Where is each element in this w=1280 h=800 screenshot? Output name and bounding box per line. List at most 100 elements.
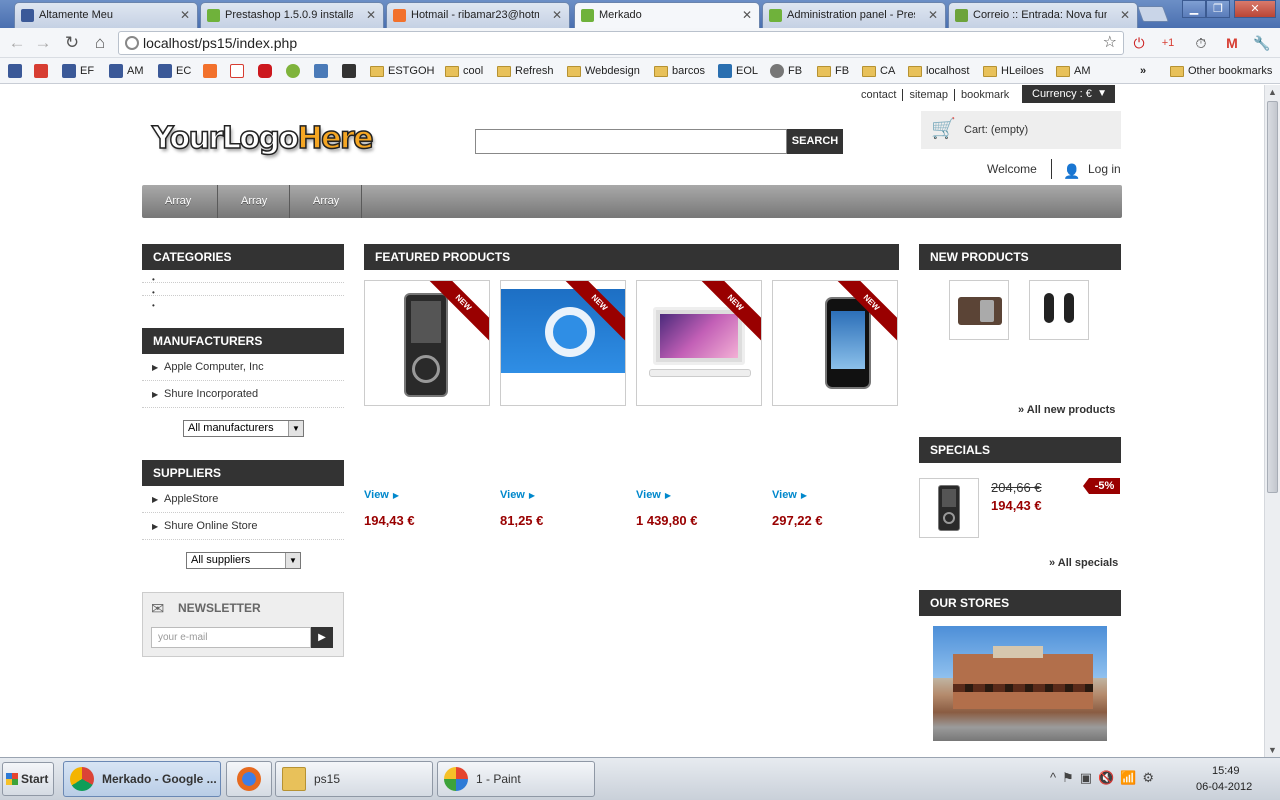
view-product-link[interactable]: View ▶ (636, 489, 671, 501)
login-link[interactable]: 👤 Log in (1051, 159, 1121, 179)
clock-date[interactable]: 06-04-2012 (1196, 781, 1252, 793)
new-tab-button[interactable] (1137, 6, 1169, 22)
newsletter-email-input[interactable]: your e-mail (151, 627, 311, 648)
bookmark-robot[interactable] (342, 62, 360, 80)
close-icon[interactable]: ✕ (1120, 8, 1130, 22)
close-icon[interactable]: ✕ (180, 8, 190, 22)
bookmark-fb-globe[interactable]: FB (770, 62, 802, 80)
bookmark-folder-hleiloes[interactable]: HLeiloes (983, 62, 1044, 80)
clock-time[interactable]: 15:49 (1212, 765, 1240, 777)
tab-prestashop-install[interactable]: Prestashop 1.5.0.9 installation ✕ (200, 2, 384, 28)
scrollbar-thumb[interactable] (1267, 101, 1278, 493)
currency-selector[interactable]: Currency : € ▼ (1022, 85, 1115, 103)
minimize-button[interactable]: ▁ (1182, 0, 1206, 18)
bookmark-folder-webdesign[interactable]: Webdesign (567, 62, 640, 80)
suppliers-select[interactable]: All suppliers ▼ (186, 552, 301, 569)
window-close-button[interactable]: ✕ (1234, 0, 1276, 18)
power-icon[interactable]: ⏻ (1129, 33, 1149, 53)
new-product-thumb[interactable] (949, 280, 1009, 340)
taskbar-item-firefox[interactable] (226, 761, 272, 797)
maximize-button[interactable]: ❐ (1206, 0, 1230, 18)
timer-icon[interactable]: ⏱ (1191, 33, 1211, 53)
bookmark-ef[interactable]: EF (62, 62, 94, 80)
home-icon[interactable]: ⌂ (89, 32, 111, 54)
bookmark-frog[interactable] (286, 62, 304, 80)
product-image[interactable]: NEW (500, 280, 626, 406)
close-icon[interactable]: ✕ (366, 8, 376, 22)
taskbar-item-paint[interactable]: 1 - Paint (437, 761, 595, 797)
menu-item[interactable]: Array (290, 185, 362, 218)
bookmark-folder-localhost[interactable]: localhost (908, 62, 969, 80)
tab-correio[interactable]: Correio :: Entrada: Nova func ✕ (948, 2, 1138, 28)
bookmark-link[interactable]: bookmark (955, 89, 1015, 101)
search-input[interactable] (475, 129, 787, 154)
close-icon[interactable]: ✕ (742, 8, 752, 22)
manufacturer-item[interactable]: ▶ Shure Incorporated (142, 381, 344, 408)
bookmark-google-plus[interactable] (34, 62, 52, 80)
tab-hotmail[interactable]: Hotmail - ribamar23@hotmail ✕ (386, 2, 570, 28)
address-bar[interactable]: localhost/ps15/index.php ☆ (118, 31, 1124, 55)
bookmark-folder-barcos[interactable]: barcos (654, 62, 705, 80)
bookmark-hotmail[interactable] (203, 62, 221, 80)
bookmark-facebook[interactable] (8, 62, 26, 80)
back-icon[interactable]: ← (6, 32, 28, 54)
system-tray-icons[interactable]: ^⚑▣🔇📶⚙ (1050, 770, 1160, 786)
google-plus-one-icon[interactable]: +1 (1158, 33, 1178, 53)
tab-administration-panel[interactable]: Administration panel - Presta ✕ (762, 2, 946, 28)
all-specials-link[interactable]: » All specials (1049, 557, 1118, 569)
bookmark-folder-fb[interactable]: FB (817, 62, 849, 80)
scroll-down-icon[interactable]: ▼ (1268, 745, 1278, 755)
supplier-item[interactable]: ▶ AppleStore (142, 486, 344, 513)
menu-item[interactable]: Array (142, 185, 218, 218)
taskbar-item-folder[interactable]: ps15 (275, 761, 433, 797)
product-image[interactable]: NEW (636, 280, 762, 406)
close-icon[interactable]: ✕ (928, 8, 938, 22)
cart-block[interactable]: 🛒 Cart: (empty) (921, 111, 1121, 149)
bookmark-youtube[interactable] (258, 62, 276, 80)
view-product-link[interactable]: View ▶ (364, 489, 399, 501)
vertical-scrollbar[interactable]: ▲ ▼ (1264, 85, 1280, 757)
bookmark-eol[interactable]: EOL (718, 62, 758, 80)
bookmark-am[interactable]: AM (109, 62, 144, 80)
all-new-products-link[interactable]: » All new products (1018, 404, 1115, 416)
star-icon[interactable]: ☆ (1103, 32, 1117, 54)
bookmark-folder-ca[interactable]: CA (862, 62, 895, 80)
taskbar-item-chrome[interactable]: Merkado - Google ... (63, 761, 221, 797)
product-image[interactable]: NEW (364, 280, 490, 406)
product-image[interactable]: NEW (772, 280, 898, 406)
category-bullet[interactable]: • (152, 301, 155, 310)
search-button[interactable]: SEARCH (787, 129, 843, 154)
wrench-icon[interactable]: 🔧 (1252, 33, 1272, 53)
menu-item[interactable]: Array (218, 185, 290, 218)
scroll-up-icon[interactable]: ▲ (1268, 87, 1278, 97)
supplier-name: AppleStore (164, 493, 219, 505)
bookmark-folder-am[interactable]: AM (1056, 62, 1091, 80)
tab-altamente-meu[interactable]: Altamente Meu ✕ (14, 2, 198, 28)
bookmark-ec[interactable]: EC (158, 62, 191, 80)
special-product-thumb[interactable] (919, 478, 979, 538)
store-logo[interactable]: YourLogoHere (151, 120, 374, 157)
bookmark-folder-cool[interactable]: cool (445, 62, 483, 80)
view-product-link[interactable]: View ▶ (772, 489, 807, 501)
gmail-icon[interactable]: M (1222, 33, 1242, 53)
manufacturer-item[interactable]: ▶ Apple Computer, Inc (142, 354, 344, 381)
new-product-thumb[interactable] (1029, 280, 1089, 340)
contact-link[interactable]: contact (855, 89, 904, 101)
bookmark-folder-estgoh[interactable]: ESTGOH (370, 62, 434, 80)
bookmark-folder-refresh[interactable]: Refresh (497, 62, 554, 80)
bookmark-gmail[interactable] (230, 62, 248, 80)
store-photo[interactable] (933, 626, 1107, 741)
view-product-link[interactable]: View ▶ (500, 489, 535, 501)
more-bookmarks-chevron-icon[interactable]: » (1140, 62, 1146, 80)
forward-icon[interactable]: → (32, 32, 54, 54)
reload-icon[interactable]: ↻ (61, 32, 83, 54)
close-icon[interactable]: ✕ (552, 8, 562, 22)
start-button[interactable]: Start (2, 762, 54, 796)
newsletter-submit-button[interactable]: ▶ (311, 627, 333, 648)
sitemap-link[interactable]: sitemap (903, 89, 955, 101)
bookmark-app[interactable] (314, 62, 332, 80)
supplier-item[interactable]: ▶ Shure Online Store (142, 513, 344, 540)
tab-merkado[interactable]: Merkado ✕ (574, 2, 760, 29)
manufacturers-select[interactable]: All manufacturers ▼ (183, 420, 304, 437)
bookmark-other-bookmarks[interactable]: Other bookmarks (1170, 62, 1272, 80)
